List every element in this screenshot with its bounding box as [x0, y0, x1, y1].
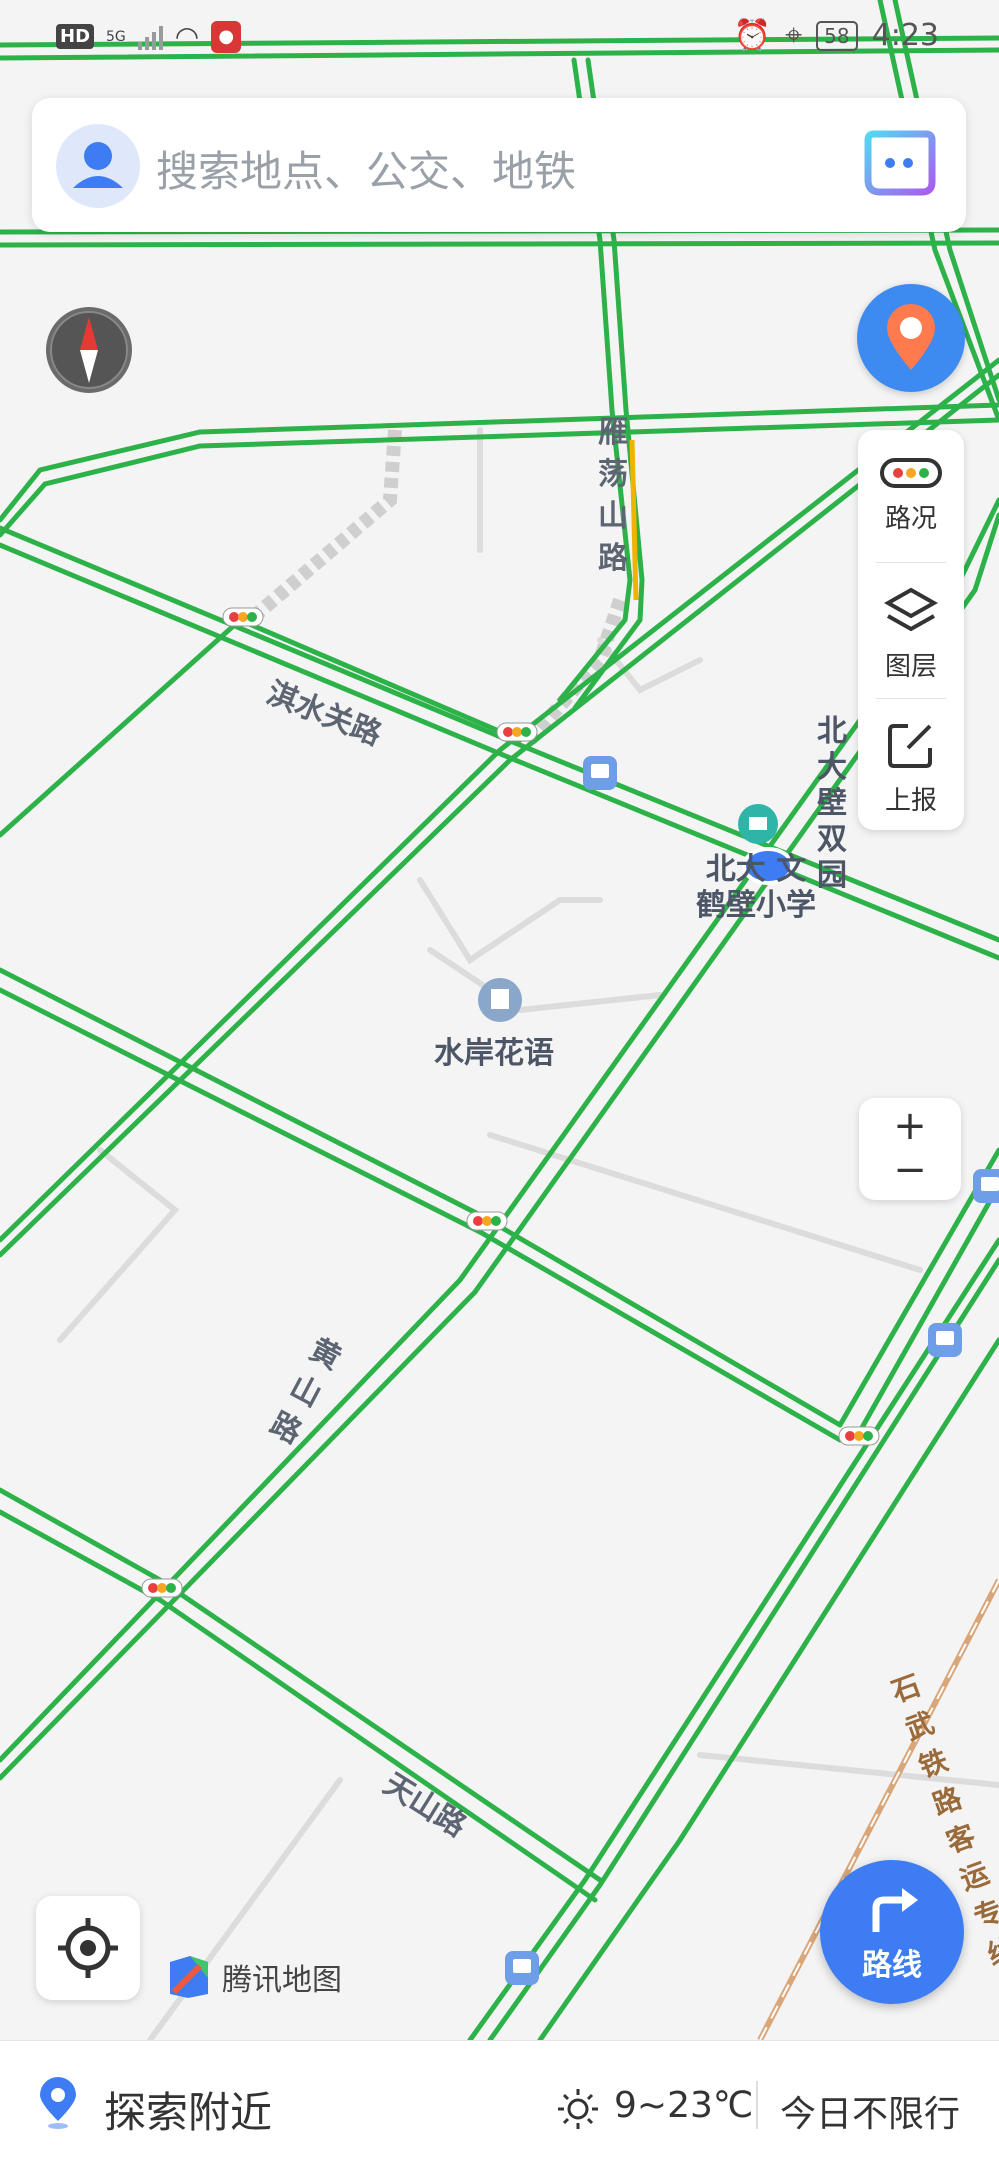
signal-icon	[137, 24, 163, 50]
map-marker-icon	[887, 304, 935, 370]
compass-button[interactable]	[44, 305, 134, 395]
brand-name: 腾讯地图	[222, 1963, 342, 1998]
zoom-controls: + −	[859, 1098, 961, 1200]
traffic-light-icon	[880, 458, 942, 488]
wifi-icon: ◠	[174, 20, 200, 53]
residential-poi-icon	[478, 978, 522, 1022]
assistant-icon[interactable]	[860, 130, 938, 202]
sun-icon	[558, 2089, 598, 2129]
tencent-map-icon	[170, 1956, 208, 1998]
network-type: 5G	[106, 28, 126, 45]
edit-icon	[888, 724, 932, 768]
turn-right-arrow-icon	[872, 1888, 918, 1932]
layers-icon	[883, 587, 939, 632]
poi-label-school[interactable]: 北大 文 鹤壁小学	[696, 852, 816, 924]
pin-icon	[40, 2077, 76, 2129]
layers-label: 图层	[884, 652, 937, 682]
zoom-in-button[interactable]: +	[859, 1104, 961, 1148]
location-icon: ⌖	[785, 18, 803, 53]
search-bar[interactable]: 搜索地点、公交、地铁	[32, 98, 966, 232]
poi-school-line1: 北大 文	[705, 852, 807, 887]
locate-button[interactable]	[36, 1896, 140, 2000]
report-button[interactable]: 上报	[858, 720, 964, 817]
divider	[756, 2081, 758, 2129]
hd-indicator: HD	[56, 24, 95, 49]
map-tools-panel: 路况 图层 上报	[858, 430, 964, 830]
explore-nearby-button[interactable]: 探索附近	[104, 2079, 272, 2140]
poi-label-residential[interactable]: 水岸花语	[434, 1028, 554, 1072]
layers-button[interactable]: 图层	[858, 586, 964, 683]
map-canvas[interactable]	[0, 0, 999, 2040]
clock: 4:23	[871, 18, 939, 53]
brand-logo: 腾讯地图	[166, 1954, 342, 2000]
microphone-icon: ●	[211, 20, 242, 53]
weather-temperature[interactable]: 9~23℃	[614, 2085, 753, 2126]
status-bar: HD 5G ◠ ● ⏰ ⌖ 58 4:23	[0, 0, 999, 72]
report-label: 上报	[884, 786, 937, 816]
user-icon	[73, 142, 123, 188]
route-label: 路线	[862, 1948, 922, 1983]
alarm-icon: ⏰	[733, 18, 772, 53]
school-poi-icon	[738, 804, 778, 844]
traffic-restriction[interactable]: 今日不限行	[780, 2085, 960, 2137]
road-label-yandangshan: 雁荡山路	[598, 415, 628, 576]
battery-indicator: 58	[816, 20, 858, 51]
traffic-label: 路况	[884, 504, 937, 534]
poi-school-line2: 鹤壁小学	[696, 888, 816, 923]
bottom-bar: 探索附近 9~23℃ 今日不限行	[0, 2040, 999, 2167]
avatar[interactable]	[56, 124, 140, 208]
special-layer-button[interactable]	[857, 284, 965, 392]
route-button[interactable]: 路线	[820, 1860, 964, 2004]
search-input[interactable]: 搜索地点、公交、地铁	[156, 138, 576, 199]
target-icon	[58, 1918, 118, 1978]
zoom-out-button[interactable]: −	[859, 1148, 961, 1192]
traffic-toggle[interactable]: 路况	[858, 458, 964, 535]
